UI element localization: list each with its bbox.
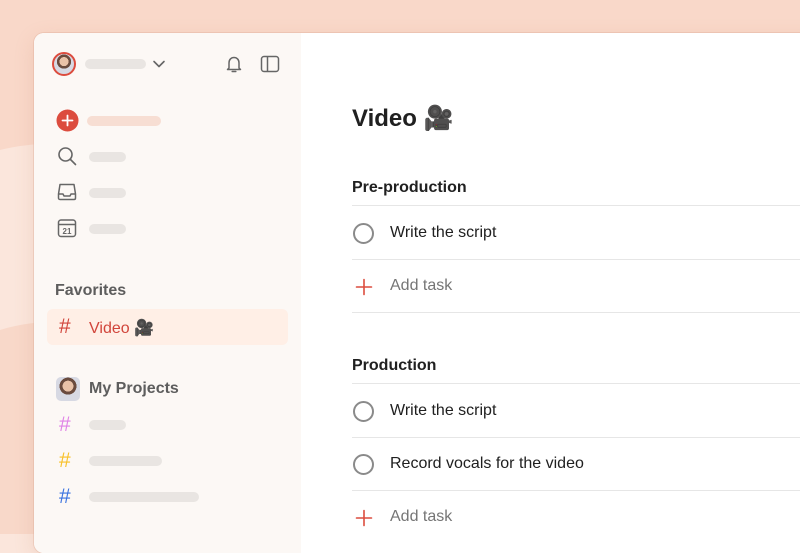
project-label-placeholder[interactable] bbox=[89, 420, 126, 430]
hash-icon: # bbox=[59, 315, 71, 338]
hash-icon: # bbox=[59, 485, 71, 508]
favorites-heading: Favorites bbox=[55, 282, 127, 299]
task-title[interactable]: Write the script bbox=[390, 402, 496, 420]
project-label-placeholder[interactable] bbox=[89, 456, 162, 466]
bell-icon[interactable] bbox=[224, 54, 244, 74]
sidebar: 21 Favorites # Video 🎥 My Projects # # # bbox=[34, 33, 301, 553]
video-camera-emoji: 🎥 bbox=[134, 320, 155, 337]
sidebar-toggle-icon[interactable] bbox=[259, 53, 281, 75]
sidebar-item-video[interactable] bbox=[47, 309, 288, 345]
plus-icon[interactable] bbox=[355, 509, 373, 527]
divider bbox=[352, 383, 800, 384]
chevron-down-icon[interactable] bbox=[152, 57, 166, 71]
divider bbox=[352, 437, 800, 438]
add-task-icon[interactable] bbox=[56, 109, 79, 132]
my-projects-heading: My Projects bbox=[89, 380, 179, 397]
project-label-placeholder[interactable] bbox=[89, 492, 199, 502]
account-name-placeholder bbox=[85, 59, 146, 69]
add-task-button[interactable]: Add task bbox=[390, 277, 452, 295]
task-title[interactable]: Record vocals for the video bbox=[390, 455, 584, 473]
calendar-icon[interactable]: 21 bbox=[56, 217, 78, 239]
task-checkbox[interactable] bbox=[353, 401, 374, 422]
inbox-label-placeholder bbox=[89, 188, 126, 198]
divider bbox=[352, 205, 800, 206]
add-task-label-placeholder bbox=[87, 116, 161, 126]
divider bbox=[352, 312, 800, 313]
inbox-icon[interactable] bbox=[56, 181, 78, 203]
calendar-day-text: 21 bbox=[63, 227, 72, 236]
divider bbox=[352, 490, 800, 491]
upcoming-label-placeholder bbox=[89, 224, 126, 234]
sidebar-item-label: Video 🎥 bbox=[89, 320, 155, 337]
section-title: Pre-production bbox=[352, 179, 467, 196]
video-camera-emoji: 🎥 bbox=[423, 105, 454, 132]
search-label-placeholder bbox=[89, 152, 126, 162]
task-title[interactable]: Write the script bbox=[390, 224, 496, 242]
app-window: 21 Favorites # Video 🎥 My Projects # # #… bbox=[34, 33, 800, 553]
user-avatar[interactable] bbox=[52, 52, 76, 76]
search-icon[interactable] bbox=[56, 145, 78, 167]
hash-icon: # bbox=[59, 413, 71, 436]
project-view: Video 🎥 Pre-production Write the script … bbox=[301, 33, 800, 553]
task-checkbox[interactable] bbox=[353, 454, 374, 475]
section-title: Production bbox=[352, 357, 437, 374]
task-checkbox[interactable] bbox=[353, 223, 374, 244]
plus-icon[interactable] bbox=[355, 278, 373, 296]
divider bbox=[352, 259, 800, 260]
projects-avatar bbox=[56, 377, 80, 401]
page-title: Video 🎥 bbox=[352, 105, 454, 132]
hash-icon: # bbox=[59, 449, 71, 472]
add-task-button[interactable]: Add task bbox=[390, 508, 452, 526]
